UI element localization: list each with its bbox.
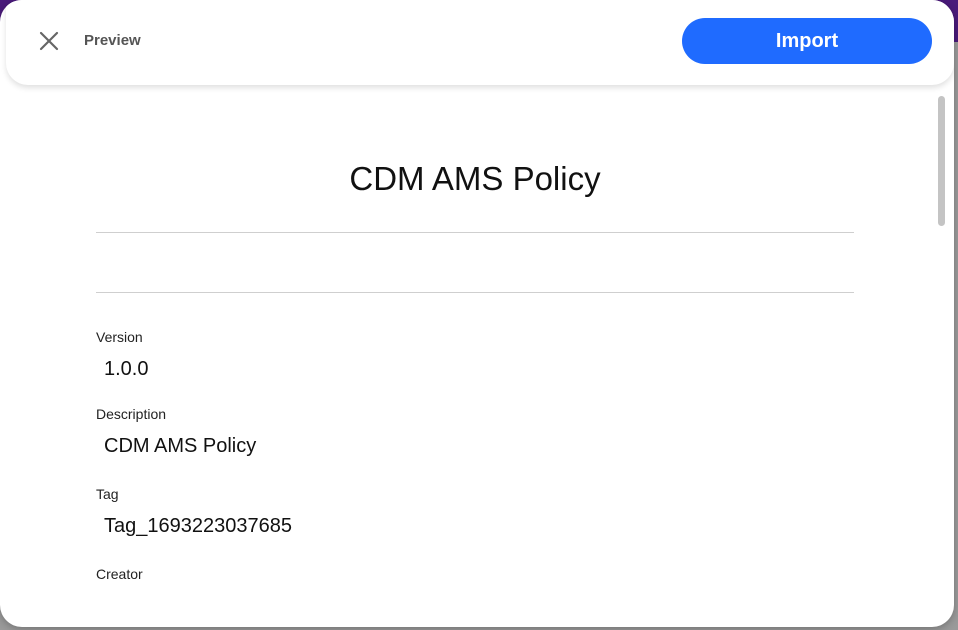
policy-title: CDM AMS Policy xyxy=(349,160,601,197)
import-button[interactable]: Import xyxy=(682,18,932,64)
version-value: 1.0.0 xyxy=(104,358,149,380)
description-value: CDM AMS Policy xyxy=(104,435,257,457)
close-button[interactable] xyxy=(36,28,62,54)
description-label: Description xyxy=(96,406,167,422)
divider-top xyxy=(96,232,854,233)
modal-header: Preview Import xyxy=(6,0,954,85)
version-label: Version xyxy=(96,329,143,345)
scrollbar-thumb[interactable] xyxy=(938,96,945,226)
tag-label: Tag xyxy=(96,486,119,502)
close-icon xyxy=(39,31,59,51)
preview-modal: Preview Import CDM AMS Policy Version 1.… xyxy=(0,0,954,627)
creator-label: Creator xyxy=(96,566,143,582)
divider-bottom xyxy=(96,292,854,293)
tag-value: Tag_1693223037685 xyxy=(104,515,292,537)
modal-title: Preview xyxy=(84,32,141,49)
